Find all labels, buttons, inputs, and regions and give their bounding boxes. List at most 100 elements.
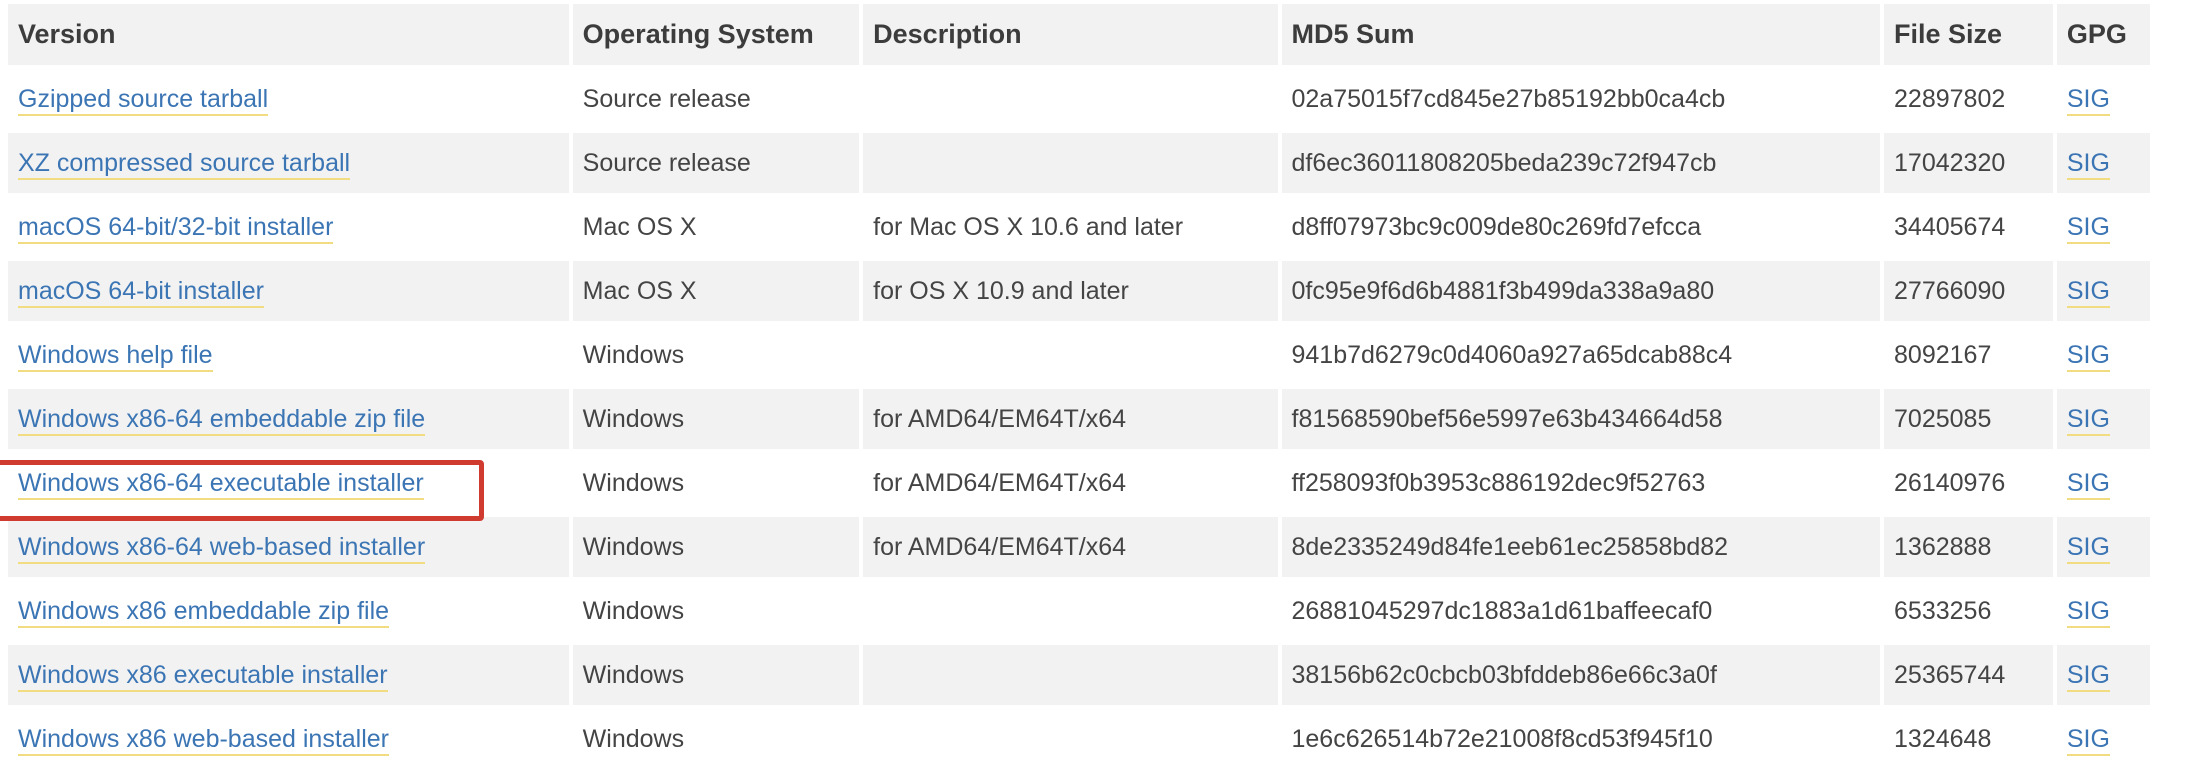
gpg-cell: SIG (2056, 517, 2150, 577)
version-cell: Gzipped source tarball (8, 69, 569, 129)
sig-link[interactable]: SIG (2066, 404, 2110, 436)
table-row: Windows help file Windows 941b7d6279c0d4… (8, 325, 2150, 385)
download-link[interactable]: Windows x86 embeddable zip file (18, 596, 390, 628)
table-row: XZ compressed source tarball Source rele… (8, 133, 2150, 193)
os-cell: Mac OS X (572, 197, 860, 257)
sig-link[interactable]: SIG (2066, 724, 2110, 756)
gpg-cell: SIG (2056, 69, 2150, 129)
description-cell (863, 645, 1278, 705)
md5-cell: 02a75015f7cd845e27b85192bb0ca4cb (1281, 69, 1881, 129)
gpg-cell: SIG (2056, 453, 2150, 513)
description-cell: for AMD64/EM64T/x64 (863, 389, 1278, 449)
os-cell: Source release (572, 69, 860, 129)
download-link[interactable]: XZ compressed source tarball (18, 148, 351, 180)
gpg-cell: SIG (2056, 709, 2150, 769)
version-cell: macOS 64-bit installer (8, 261, 569, 321)
gpg-cell: SIG (2056, 389, 2150, 449)
sig-link[interactable]: SIG (2066, 660, 2110, 692)
sig-link[interactable]: SIG (2066, 84, 2110, 116)
size-cell: 1362888 (1884, 517, 2053, 577)
size-cell: 26140976 (1884, 453, 2053, 513)
table-row: Windows x86-64 web-based installer Windo… (8, 517, 2150, 577)
description-cell: for AMD64/EM64T/x64 (863, 517, 1278, 577)
md5-cell: d8ff07973bc9c009de80c269fd7efcca (1281, 197, 1881, 257)
md5-cell: 26881045297dc1883a1d61baffeecaf0 (1281, 581, 1881, 641)
version-cell: Windows x86 web-based installer (8, 709, 569, 769)
os-cell: Mac OS X (572, 261, 860, 321)
size-cell: 1324648 (1884, 709, 2053, 769)
os-cell: Source release (572, 133, 860, 193)
version-cell: macOS 64-bit/32-bit installer (8, 197, 569, 257)
sig-link[interactable]: SIG (2066, 148, 2110, 180)
size-cell: 6533256 (1884, 581, 2053, 641)
download-link[interactable]: Windows x86-64 embeddable zip file (18, 404, 426, 436)
size-cell: 8092167 (1884, 325, 2053, 385)
download-link[interactable]: Windows x86 web-based installer (18, 724, 390, 756)
md5-cell: 38156b62c0cbcb03bfddeb86e66c3a0f (1281, 645, 1881, 705)
os-cell: Windows (572, 389, 860, 449)
sig-link[interactable]: SIG (2066, 596, 2110, 628)
md5-cell: ff258093f0b3953c886192dec9f52763 (1281, 453, 1881, 513)
download-link[interactable]: macOS 64-bit/32-bit installer (18, 212, 334, 244)
version-cell: Windows x86 executable installer (8, 645, 569, 705)
table-body: Gzipped source tarball Source release 02… (8, 69, 2150, 769)
downloads-table: Version Operating System Description MD5… (4, 0, 2154, 773)
md5-cell: 941b7d6279c0d4060a927a65dcab88c4 (1281, 325, 1881, 385)
description-cell: for OS X 10.9 and later (863, 261, 1278, 321)
version-cell: XZ compressed source tarball (8, 133, 569, 193)
description-cell (863, 581, 1278, 641)
size-cell: 22897802 (1884, 69, 2053, 129)
header-operating-system: Operating System (572, 4, 860, 65)
table-row-highlighted: Windows x86-64 executable installer Wind… (8, 453, 2150, 513)
os-cell: Windows (572, 517, 860, 577)
table-row: Windows x86 embeddable zip file Windows … (8, 581, 2150, 641)
download-link[interactable]: Gzipped source tarball (18, 84, 269, 116)
size-cell: 27766090 (1884, 261, 2053, 321)
os-cell: Windows (572, 325, 860, 385)
md5-cell: 0fc95e9f6d6b4881f3b499da338a9a80 (1281, 261, 1881, 321)
version-cell: Windows x86-64 executable installer (8, 453, 569, 513)
md5-cell: f81568590bef56e5997e63b434664d58 (1281, 389, 1881, 449)
sig-link[interactable]: SIG (2066, 532, 2110, 564)
gpg-cell: SIG (2056, 645, 2150, 705)
gpg-cell: SIG (2056, 197, 2150, 257)
table-row: macOS 64-bit/32-bit installer Mac OS X f… (8, 197, 2150, 257)
description-cell (863, 133, 1278, 193)
os-cell: Windows (572, 709, 860, 769)
header-description: Description (863, 4, 1278, 65)
sig-link[interactable]: SIG (2066, 468, 2110, 500)
size-cell: 7025085 (1884, 389, 2053, 449)
download-link[interactable]: Windows x86-64 web-based installer (18, 532, 426, 564)
table-row: Windows x86-64 embeddable zip file Windo… (8, 389, 2150, 449)
description-cell: for AMD64/EM64T/x64 (863, 453, 1278, 513)
table-header: Version Operating System Description MD5… (8, 4, 2150, 65)
download-link[interactable]: macOS 64-bit installer (18, 276, 264, 308)
md5-cell: df6ec36011808205beda239c72f947cb (1281, 133, 1881, 193)
table-row: Windows x86 executable installer Windows… (8, 645, 2150, 705)
header-row: Version Operating System Description MD5… (8, 4, 2150, 65)
md5-cell: 1e6c626514b72e21008f8cd53f945f10 (1281, 709, 1881, 769)
header-gpg: GPG (2056, 4, 2150, 65)
sig-link[interactable]: SIG (2066, 340, 2110, 372)
version-cell: Windows help file (8, 325, 569, 385)
download-link[interactable]: Windows x86 executable installer (18, 660, 388, 692)
version-cell: Windows x86-64 embeddable zip file (8, 389, 569, 449)
header-file-size: File Size (1884, 4, 2053, 65)
header-version: Version (8, 4, 569, 65)
os-cell: Windows (572, 645, 860, 705)
gpg-cell: SIG (2056, 261, 2150, 321)
download-link[interactable]: Windows help file (18, 340, 213, 372)
download-link[interactable]: Windows x86-64 executable installer (18, 468, 424, 500)
header-md5-sum: MD5 Sum (1281, 4, 1881, 65)
table-row: Windows x86 web-based installer Windows … (8, 709, 2150, 769)
size-cell: 17042320 (1884, 133, 2053, 193)
table-row: macOS 64-bit installer Mac OS X for OS X… (8, 261, 2150, 321)
gpg-cell: SIG (2056, 325, 2150, 385)
version-cell: Windows x86-64 web-based installer (8, 517, 569, 577)
description-cell (863, 325, 1278, 385)
size-cell: 34405674 (1884, 197, 2053, 257)
sig-link[interactable]: SIG (2066, 212, 2110, 244)
sig-link[interactable]: SIG (2066, 276, 2110, 308)
description-cell (863, 709, 1278, 769)
version-cell: Windows x86 embeddable zip file (8, 581, 569, 641)
